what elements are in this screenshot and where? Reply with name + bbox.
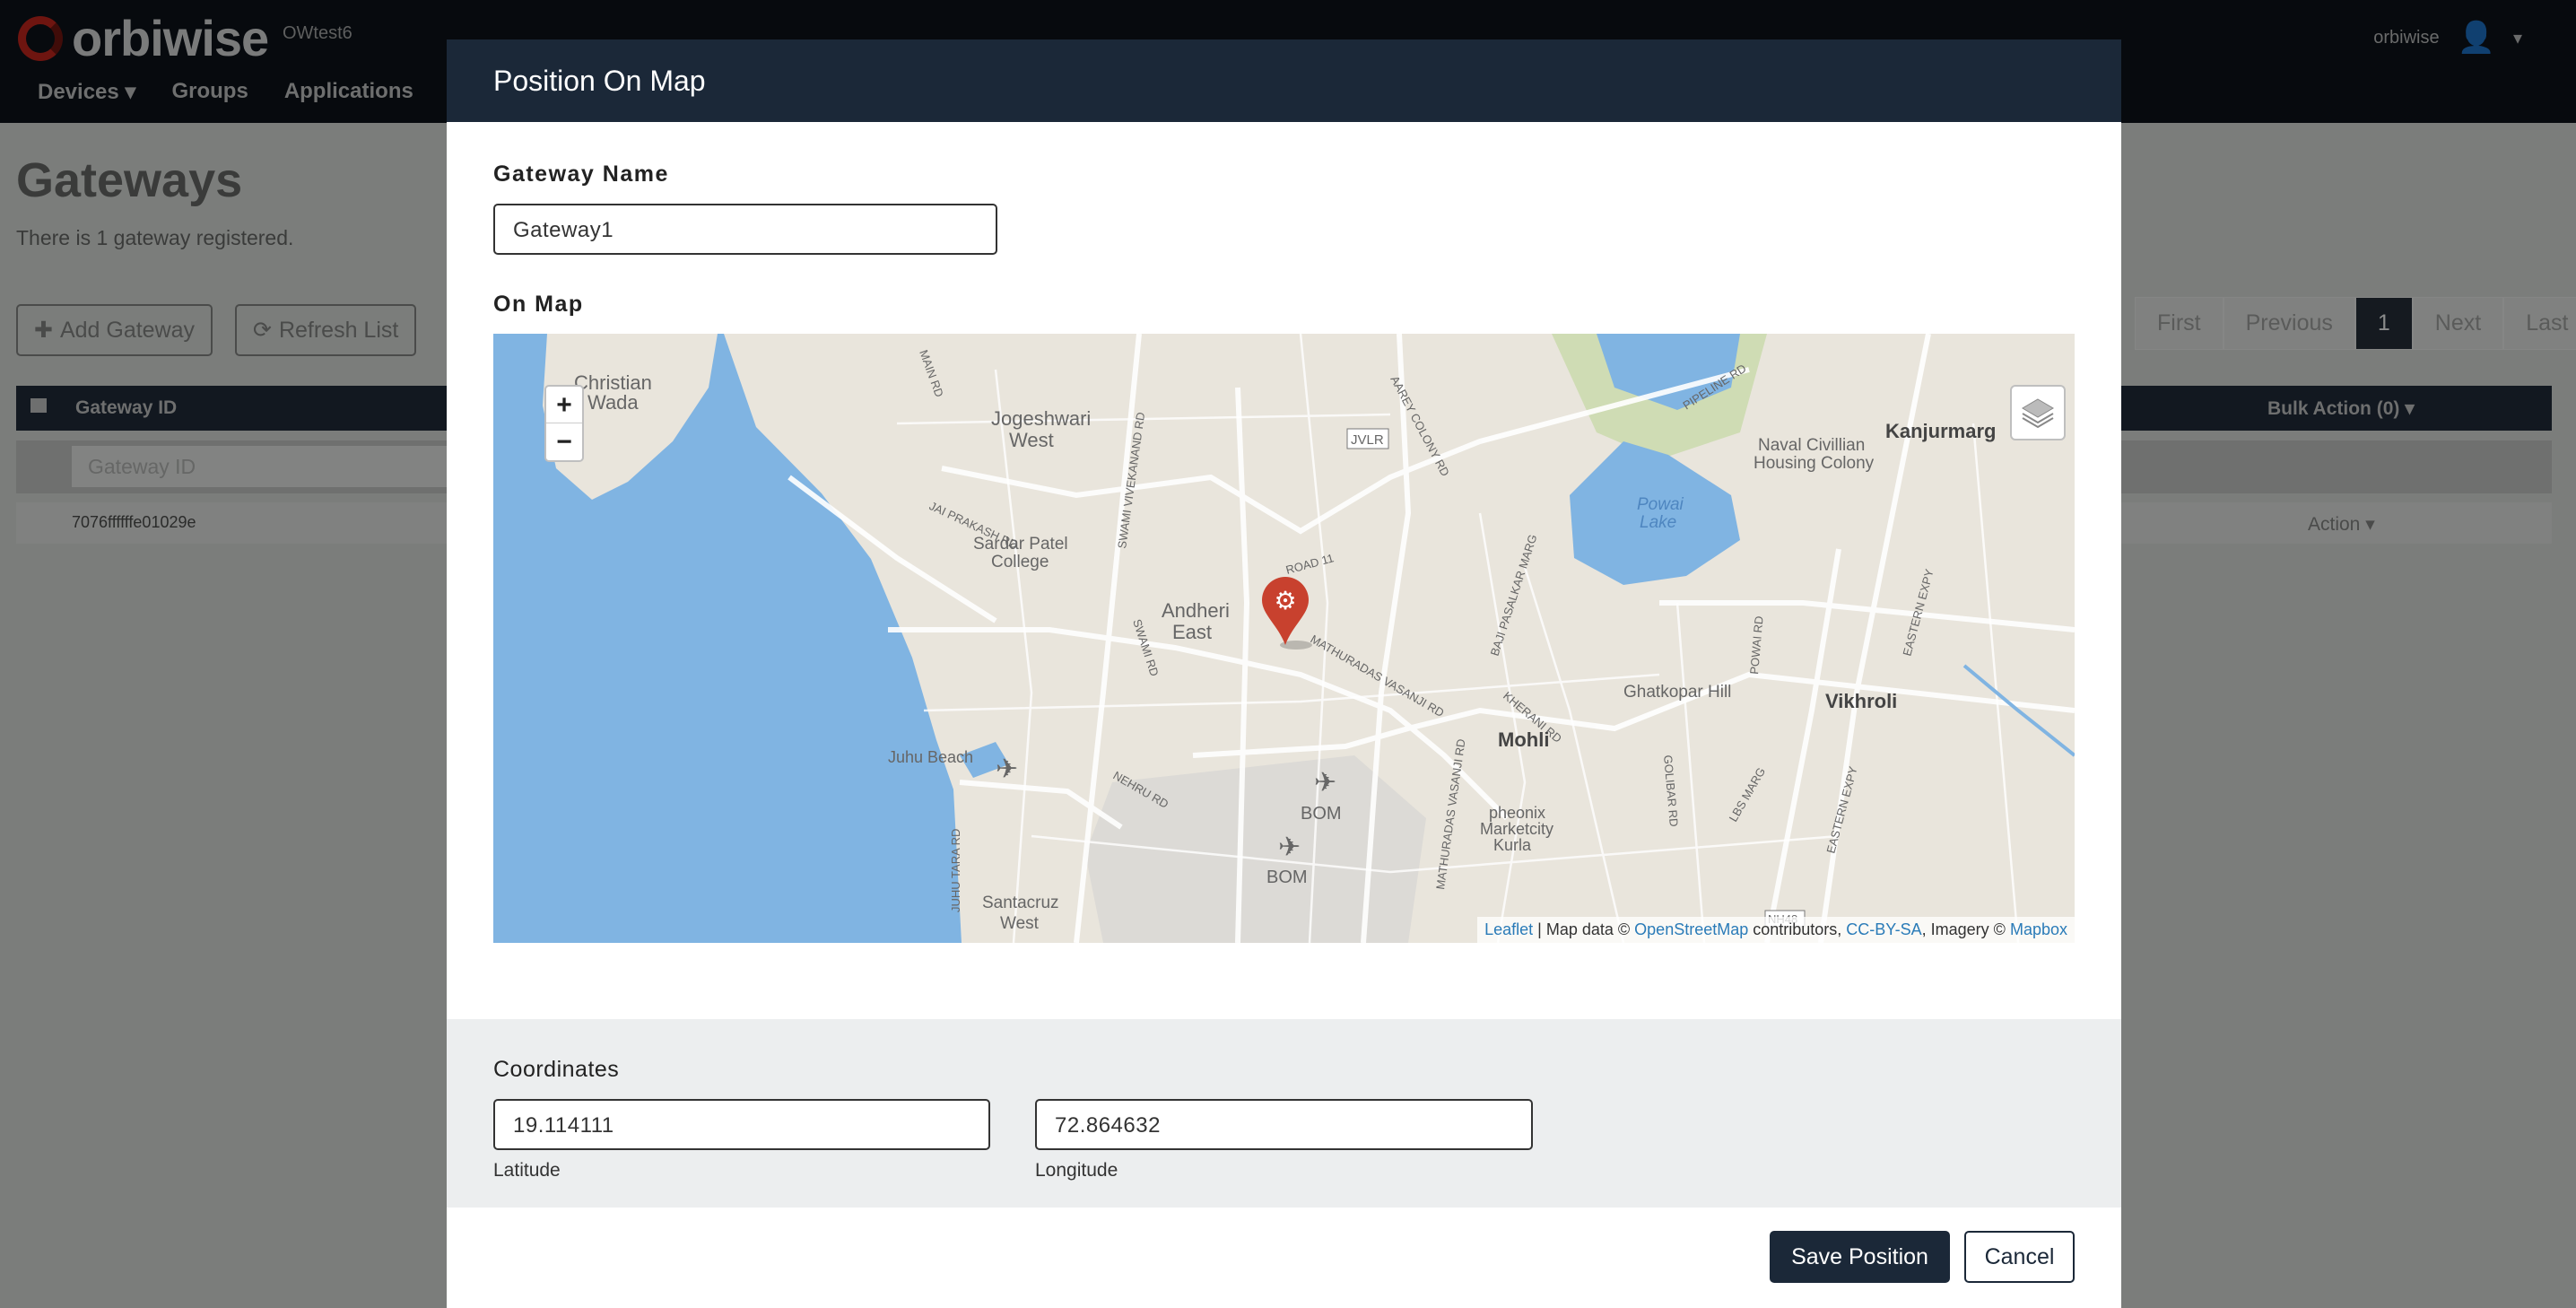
position-on-map-dialog: Position On Map Gateway Name Gateway1 On…	[447, 39, 2121, 1308]
svg-text:Wada: Wada	[587, 391, 639, 414]
svg-text:East: East	[1172, 621, 1212, 643]
mapbox-link[interactable]: Mapbox	[2010, 920, 2067, 938]
gateway-name-label: Gateway Name	[493, 161, 669, 187]
svg-text:pheonix: pheonix	[1489, 804, 1545, 822]
layers-button[interactable]	[2010, 385, 2066, 440]
leaflet-link[interactable]: Leaflet	[1484, 920, 1533, 938]
map-attribution: Leaflet | Map data © OpenStreetMap contr…	[1477, 917, 2075, 943]
col-gateway-id[interactable]: Gateway ID	[75, 397, 177, 419]
svg-text:Santacruz: Santacruz	[982, 894, 1059, 912]
tenant-name: OWtest6	[283, 23, 352, 43]
plus-icon: ✚	[34, 318, 53, 343]
svg-text:GOLIBAR RD: GOLIBAR RD	[1661, 754, 1681, 827]
gateway-id-cell[interactable]: 7076ffffffe01029e	[72, 513, 196, 532]
svg-text:Kanjurmarg: Kanjurmarg	[1885, 420, 1996, 442]
svg-text:Sardar Patel: Sardar Patel	[973, 535, 1068, 554]
svg-text:West: West	[1009, 429, 1054, 451]
svg-text:Mohli: Mohli	[1498, 728, 1549, 751]
select-all-checkbox[interactable]	[30, 398, 47, 413]
layers-icon	[2022, 398, 2054, 429]
page-first[interactable]: First	[2135, 297, 2224, 350]
brand-logo[interactable]: orbiwise	[18, 9, 269, 67]
svg-text:LBS MARG: LBS MARG	[1727, 765, 1769, 824]
map[interactable]: Christian Wada Jogeshwari West JVLR AAREY …	[493, 334, 2075, 943]
svg-text:Jogeshwari: Jogeshwari	[991, 407, 1091, 430]
svg-text:Powai: Powai	[1637, 495, 1684, 514]
cancel-button[interactable]: Cancel	[1964, 1231, 2075, 1283]
pagination: First Previous 1 Next Last	[2135, 297, 2576, 350]
gear-icon: ⚙	[1274, 587, 1296, 615]
page-last[interactable]: Last	[2503, 297, 2576, 350]
page-title: Gateways	[16, 153, 243, 207]
zoom-out-button[interactable]: −	[546, 423, 582, 460]
logo-ring-icon	[18, 15, 63, 61]
svg-text:ROAD 11: ROAD 11	[1284, 551, 1336, 577]
longitude-input[interactable]: 72.864632	[1035, 1099, 1533, 1150]
user-menu[interactable]: orbiwise 👤 ▾	[2373, 20, 2522, 56]
chevron-down-icon: ▾	[2512, 28, 2522, 48]
user-icon: 👤	[2457, 21, 2495, 55]
dialog-header: Position On Map	[447, 39, 2121, 122]
svg-text:Lake: Lake	[1640, 513, 1676, 532]
svg-text:Naval Civillian: Naval Civillian	[1758, 436, 1865, 455]
latitude-label: Latitude	[493, 1160, 561, 1181]
svg-text:Andheri: Andheri	[1162, 599, 1230, 622]
zoom-in-button[interactable]: +	[546, 387, 582, 423]
svg-text:Housing Colony: Housing Colony	[1754, 454, 1875, 473]
svg-text:College: College	[991, 553, 1049, 571]
svg-text:MAIN RD: MAIN RD	[917, 348, 946, 399]
svg-text:JVLR: JVLR	[1351, 432, 1384, 448]
refresh-list-button[interactable]: ⟳ Refresh List	[235, 304, 417, 356]
save-position-button[interactable]: Save Position	[1770, 1231, 1950, 1283]
brand-name: orbiwise	[72, 10, 269, 66]
page-previous[interactable]: Previous	[2223, 297, 2355, 350]
svg-text:Ghatkopar Hill: Ghatkopar Hill	[1623, 683, 1731, 702]
svg-text:JUHU TARA RD: JUHU TARA RD	[949, 829, 962, 912]
license-link[interactable]: CC-BY-SA	[1846, 920, 1921, 938]
gateway-marker: ⚙	[1262, 577, 1312, 650]
svg-text:BAJI PASALKAR MARG: BAJI PASALKAR MARG	[1488, 533, 1540, 658]
menu-groups[interactable]: Groups	[171, 79, 248, 105]
on-map-label: On Map	[493, 292, 584, 317]
gateway-id-filter[interactable]: Gateway ID	[72, 446, 466, 487]
page-subtitle: There is 1 gateway registered.	[16, 226, 294, 249]
osm-link[interactable]: OpenStreetMap	[1634, 920, 1748, 938]
user-name: orbiwise	[2373, 27, 2440, 48]
row-action-dropdown[interactable]: Action ▾	[2308, 513, 2375, 536]
svg-text:West: West	[1000, 914, 1040, 933]
svg-text:Marketcity: Marketcity	[1480, 820, 1553, 838]
svg-text:POWAI RD: POWAI RD	[1747, 615, 1766, 675]
svg-text:✈: ✈	[1278, 833, 1301, 862]
coordinates-label: Coordinates	[493, 1057, 620, 1082]
menu-applications[interactable]: Applications	[284, 79, 413, 105]
zoom-control: + −	[544, 385, 584, 462]
dialog-title: Position On Map	[493, 65, 706, 97]
add-gateway-button[interactable]: ✚ Add Gateway	[16, 304, 213, 356]
latitude-input[interactable]: 19.114111	[493, 1099, 990, 1150]
svg-text:BOM: BOM	[1301, 804, 1342, 824]
svg-text:Vikhroli: Vikhroli	[1825, 690, 1897, 712]
coordinates-section: Coordinates 19.114111 72.864632 Latitude…	[447, 1019, 2121, 1208]
svg-text:Juhu Beach: Juhu Beach	[888, 748, 973, 766]
svg-text:BOM: BOM	[1266, 868, 1308, 887]
gateway-name-input[interactable]: Gateway1	[493, 204, 997, 255]
refresh-icon: ⟳	[253, 318, 272, 343]
page-1[interactable]: 1	[2354, 297, 2413, 350]
svg-text:Kurla: Kurla	[1493, 836, 1532, 854]
page-next[interactable]: Next	[2412, 297, 2504, 350]
svg-text:✈: ✈	[996, 754, 1018, 784]
longitude-label: Longitude	[1035, 1160, 1118, 1181]
menu-devices[interactable]: Devices ▾	[38, 79, 135, 105]
bulk-action-dropdown[interactable]: Bulk Action (0) ▾	[2267, 397, 2415, 420]
svg-text:✈: ✈	[1314, 768, 1336, 798]
svg-text:SWAMI VIVEKANAND RD: SWAMI VIVEKANAND RD	[1115, 411, 1147, 549]
